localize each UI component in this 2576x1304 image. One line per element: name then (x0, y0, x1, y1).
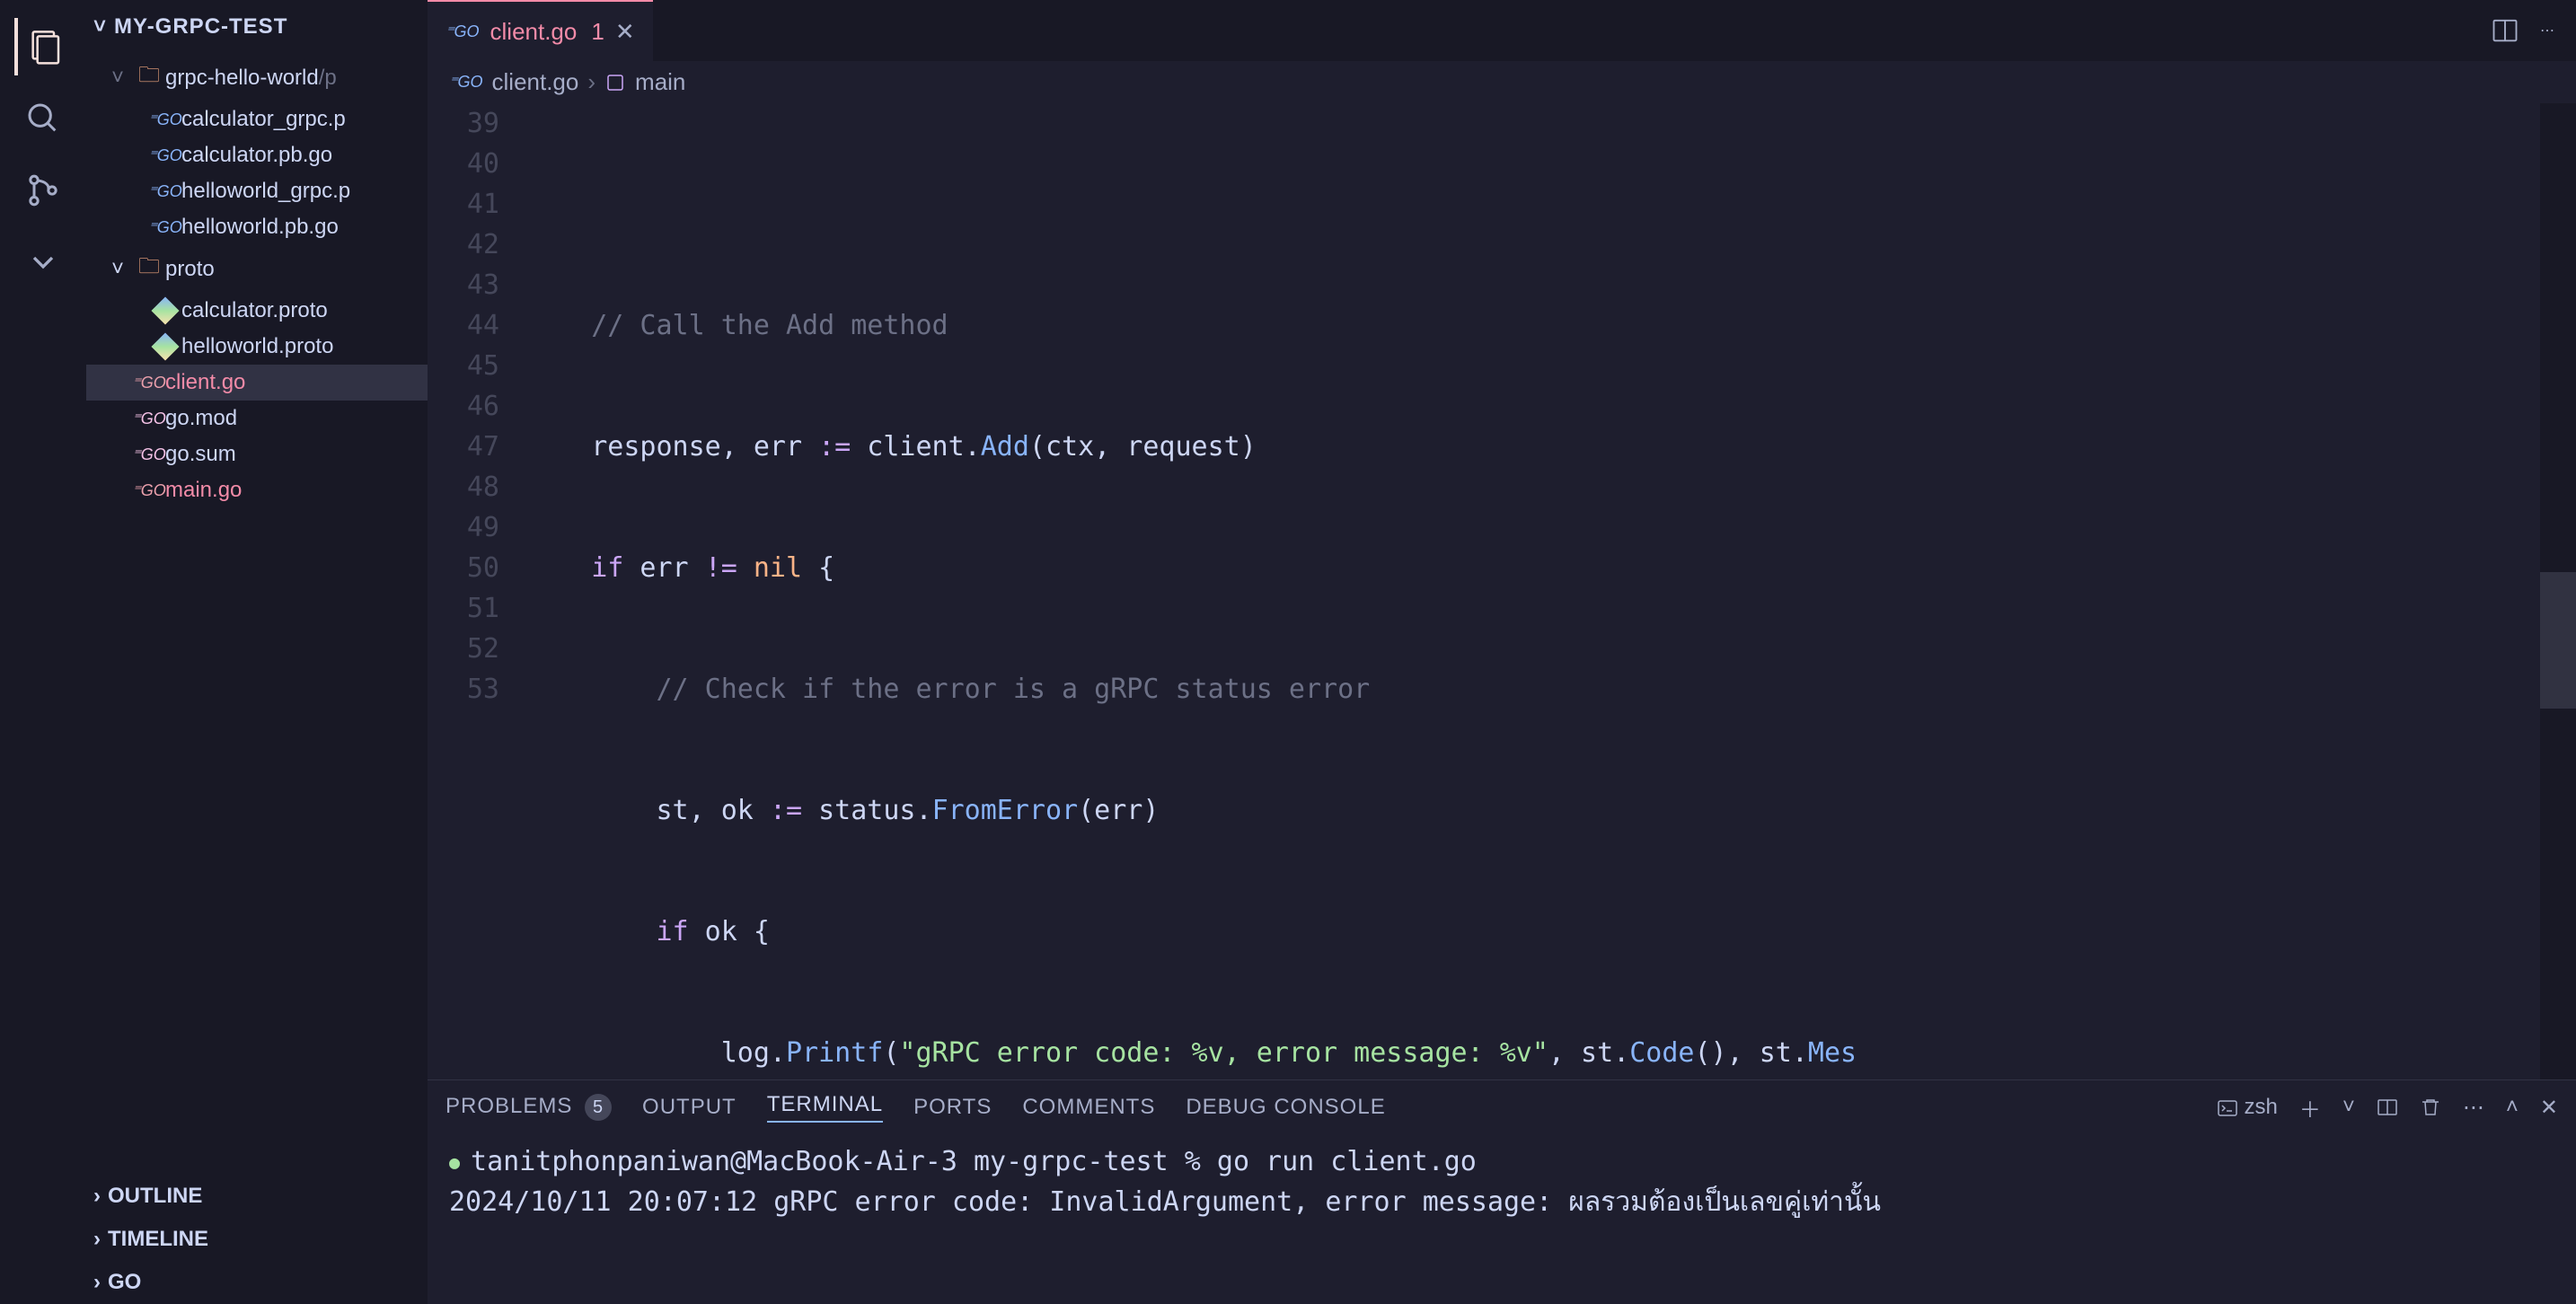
tab-terminal[interactable]: TERMINAL (767, 1092, 883, 1123)
file-main-go[interactable]: ⁼GO main.go (86, 472, 428, 508)
chevron-down-icon: ˅ (111, 257, 133, 282)
source-control-icon[interactable] (14, 162, 72, 219)
chevron-down-icon[interactable] (14, 233, 72, 291)
code-editor[interactable]: 394041424344454647484950515253 // Call t… (428, 103, 2576, 1079)
problems-badge: 5 (585, 1094, 612, 1121)
more-terminal-actions-icon[interactable]: ⋯ (2463, 1095, 2484, 1121)
close-icon[interactable]: ✕ (615, 18, 635, 46)
file-helloworld-proto[interactable]: helloworld.proto (86, 329, 428, 365)
go-file-icon: ⁼GO (149, 218, 181, 237)
file-go-mod[interactable]: ⁼GO go.mod (86, 401, 428, 436)
explorer-icon[interactable] (14, 18, 72, 75)
panel-outline[interactable]: › OUTLINE (86, 1175, 428, 1218)
chevron-right-icon: › (587, 68, 595, 96)
go-mod-icon: ⁼GO (133, 410, 165, 428)
minimap[interactable] (2540, 103, 2576, 1079)
tab-debug-console[interactable]: DEBUG CONSOLE (1186, 1095, 1385, 1120)
chevron-down-icon: ˅ (93, 14, 107, 40)
go-file-icon: ⁼GO (133, 481, 165, 500)
line-gutter: 394041424344454647484950515253 (428, 103, 526, 1079)
go-file-icon: ⁼GO (149, 146, 181, 165)
prompt-indicator-icon: ● (449, 1149, 460, 1176)
minimap-slider[interactable] (2540, 572, 2576, 709)
panel-timeline[interactable]: › TIMELINE (86, 1218, 428, 1261)
go-file-icon: ⁼GO (149, 182, 181, 201)
file-calculator-proto[interactable]: calculator.proto (86, 293, 428, 329)
chevron-right-icon: › (93, 1184, 101, 1209)
file-helloworld-grpc[interactable]: ⁼GO helloworld_grpc.p (86, 173, 428, 209)
file-calculator-grpc[interactable]: ⁼GO calculator_grpc.p (86, 101, 428, 137)
file-go-sum[interactable]: ⁼GO go.sum (86, 436, 428, 472)
folder-open-icon: 🗀 (133, 251, 165, 287)
project-header[interactable]: ˅ MY-GRPC-TEST (86, 0, 428, 54)
explorer-sidebar: ˅ MY-GRPC-TEST ˅ 🗀 grpc-hello-world/p ⁼G… (86, 0, 428, 1304)
go-file-icon: ⁼GO (149, 110, 181, 129)
panel-go[interactable]: › GO (86, 1261, 428, 1304)
close-panel-icon[interactable]: ✕ (2540, 1095, 2558, 1121)
folder-open-icon: 🗀 (133, 59, 165, 96)
folder-grpc-hello-world[interactable]: ˅ 🗀 grpc-hello-world/p (86, 54, 428, 101)
activity-bar (0, 0, 86, 1304)
folder-proto[interactable]: ˅ 🗀 proto (86, 245, 428, 293)
file-helloworld-pb[interactable]: ⁼GO helloworld.pb.go (86, 209, 428, 245)
chevron-right-icon: › (93, 1270, 101, 1295)
tab-bar: ⁼GO client.go 1 ✕ ⋯ (428, 0, 2576, 61)
file-tree: ˅ 🗀 grpc-hello-world/p ⁼GO calculator_gr… (86, 54, 428, 1175)
symbol-icon (604, 72, 626, 93)
terminal[interactable]: ●tanitphonpaniwan@MacBook-Air-3 my-grpc-… (428, 1134, 2576, 1304)
new-terminal-icon[interactable]: ＋ (2299, 1092, 2321, 1123)
go-sum-icon: ⁼GO (133, 445, 165, 464)
editor-group: ⁼GO client.go 1 ✕ ⋯ ⁼GO client.go › main… (428, 0, 2576, 1304)
bottom-panel: PROBLEMS 5 OUTPUT TERMINAL PORTS COMMENT… (428, 1079, 2576, 1304)
tab-actions: ⋯ (2470, 0, 2576, 61)
proto-file-icon (149, 337, 181, 357)
proto-file-icon (149, 301, 181, 321)
split-terminal-icon[interactable] (2377, 1097, 2398, 1118)
problem-count-badge: 1 (591, 18, 604, 46)
breadcrumb[interactable]: ⁼GO client.go › main (428, 61, 2576, 103)
terminal-dropdown-icon[interactable]: ˅ (2342, 1095, 2355, 1120)
go-file-icon: ⁼GO (133, 374, 165, 392)
tab-comments[interactable]: COMMENTS (1022, 1095, 1155, 1120)
terminal-shell-picker[interactable]: zsh (2217, 1095, 2278, 1120)
kill-terminal-icon[interactable] (2420, 1097, 2441, 1118)
chevron-down-icon: ˅ (111, 66, 133, 91)
tab-problems[interactable]: PROBLEMS 5 (446, 1094, 612, 1122)
more-actions-icon[interactable]: ⋯ (2540, 22, 2554, 40)
tab-ports[interactable]: PORTS (913, 1095, 992, 1120)
search-icon[interactable] (14, 90, 72, 147)
file-calculator-pb[interactable]: ⁼GO calculator.pb.go (86, 137, 428, 173)
chevron-right-icon: › (93, 1227, 101, 1252)
go-file-icon: ⁼GO (446, 22, 480, 41)
tab-output[interactable]: OUTPUT (642, 1095, 737, 1120)
project-name: MY-GRPC-TEST (114, 14, 287, 40)
file-client-go[interactable]: ⁼GO client.go (86, 365, 428, 401)
split-editor-icon[interactable] (2492, 17, 2519, 44)
go-file-icon: ⁼GO (449, 73, 483, 92)
panel-tab-bar: PROBLEMS 5 OUTPUT TERMINAL PORTS COMMENT… (428, 1080, 2576, 1134)
tab-client-go[interactable]: ⁼GO client.go 1 ✕ (428, 0, 653, 61)
maximize-panel-icon[interactable]: ˄ (2506, 1095, 2519, 1120)
code-content: // Call the Add method response, err := … (526, 103, 2540, 1079)
